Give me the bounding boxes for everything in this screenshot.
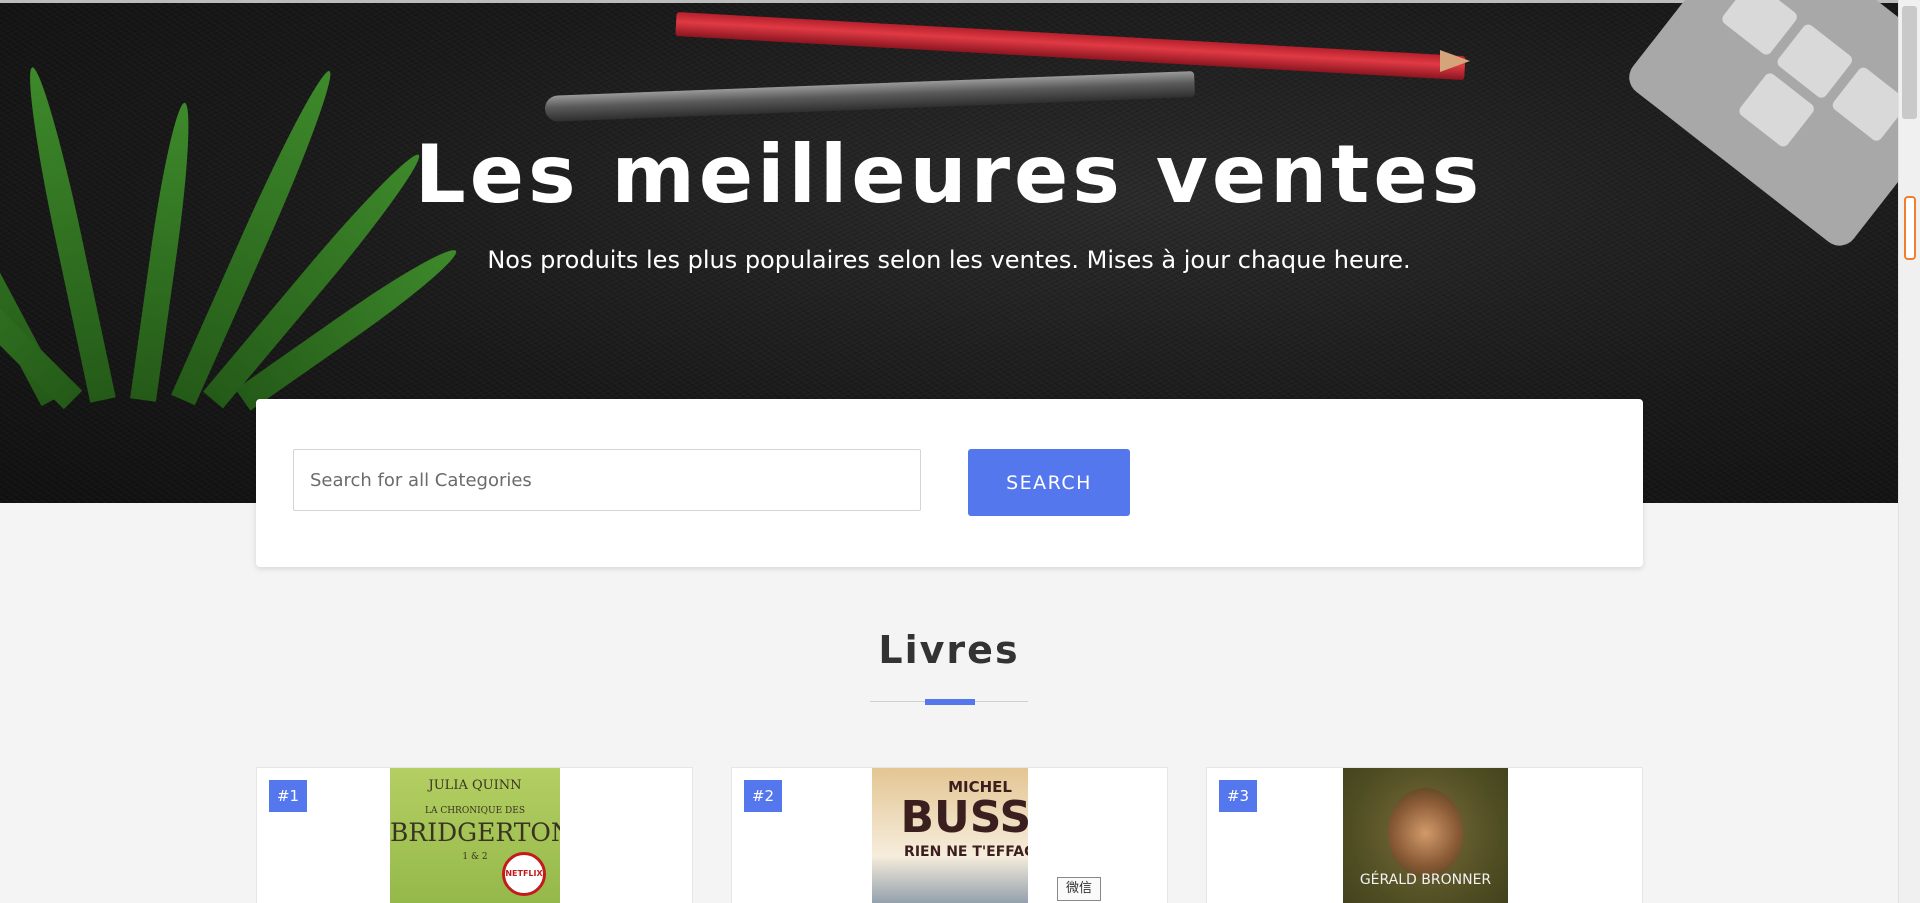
rank-badge: #3 [1219,780,1257,812]
book-card-3[interactable]: GÉRALD BRONNER #3 [1206,767,1643,903]
book-card-2[interactable]: MICHEL BUSSI RIEN NE T'EFFACE #2 [731,767,1168,903]
rank-badge: #1 [269,780,307,812]
cover-title-2: BUSSI [900,792,1028,843]
cover-subtitle-2: RIEN NE T'EFFACE [904,844,1028,860]
page: Les meilleures ventes Nos produits les p… [0,0,1898,903]
wechat-tooltip: 微信 [1057,877,1101,901]
book-cover-3[interactable]: GÉRALD BRONNER [1343,768,1508,903]
rank-badge: #2 [744,780,782,812]
scrollbar-thumb[interactable] [1902,6,1917,119]
pen-decoration [544,71,1196,122]
cover-author-3: GÉRALD BRONNER [1359,872,1492,888]
cover-series-1: LA CHRONIQUE DES [424,806,525,816]
page-subtitle: Nos produits les plus populaires selon l… [487,246,1411,274]
page-title: Les meilleures ventes [414,128,1484,221]
section-divider-accent [925,699,975,705]
book-cover-1[interactable]: JULIA QUINN LA CHRONIQUE DES BRIDGERTON … [390,768,560,903]
scroll-indicator[interactable] [1904,196,1916,260]
vertical-scrollbar[interactable] [1898,0,1920,903]
search-button[interactable]: SEARCH [968,449,1130,516]
search-panel: SEARCH [256,399,1643,567]
cover-title-1: BRIDGERTON [390,818,560,847]
netflix-badge: NETFLIX [502,852,546,896]
section-title: Livres [878,628,1020,672]
search-input[interactable] [293,449,921,511]
cover-author-1: JULIA QUINN [428,778,522,793]
red-pencil-decoration [675,12,1466,81]
book-card-1[interactable]: JULIA QUINN LA CHRONIQUE DES BRIDGERTON … [256,767,693,903]
medusa-artwork [1388,788,1463,878]
book-cover-2[interactable]: MICHEL BUSSI RIEN NE T'EFFACE [872,768,1028,903]
pencil-tip-decoration [1440,50,1470,72]
